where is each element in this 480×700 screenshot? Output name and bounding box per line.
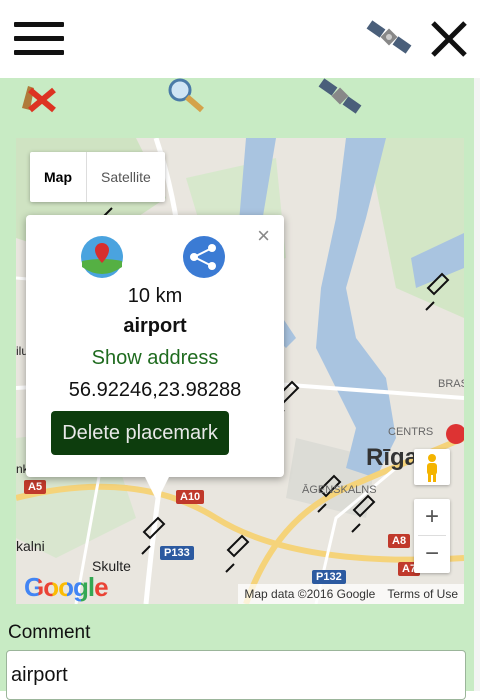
popup-pointer [144,475,170,501]
map-view[interactable]: ilu nk kalni Skulte BRAS CENTRS Rīga ĀGE… [16,138,464,604]
top-bar [0,0,480,78]
close-icon[interactable] [428,18,470,60]
placemark-coordinates: 56.92246,23.98288 [68,379,242,401]
placemark-location-icon[interactable] [81,236,123,278]
map-type-control: Map Satellite [30,152,165,202]
map-label-agenskalns: ĀGENSKALNS [302,484,377,496]
placemark-name: airport [123,315,187,337]
map-type-satellite-button[interactable]: Satellite [86,152,165,202]
satellite-icon[interactable] [318,78,362,118]
zoom-control: + − [414,499,450,573]
scroll-edge [474,78,480,691]
road-badge-a10: A10 [176,490,205,504]
road-badge-a5: A5 [24,480,47,494]
google-logo-text: Google [24,572,109,602]
map-label-kalni: kalni [16,538,45,554]
show-address-link[interactable]: Show address [26,347,284,370]
placemark-distance: 10 km [127,285,183,307]
share-icon[interactable] [183,236,225,278]
road-badge-p133: P133 [160,546,194,560]
hamburger-menu-icon[interactable] [14,22,64,56]
road-badge-p132: P132 [312,570,346,584]
map-label-bras: BRAS [438,378,464,390]
delete-placemark-button[interactable]: Delete placemark [51,411,229,455]
map-data-credit: Map data ©2016 Google [244,587,376,601]
placemark-info-window: × 10 km airport Show address 56.92246,23… [26,215,284,477]
map-label-centrs: CENTRS [388,426,434,438]
popup-icons [81,236,225,278]
satellite-icon[interactable] [366,14,412,60]
map-label-city: Rīga [366,444,419,471]
search-icon[interactable] [164,78,208,118]
comment-field[interactable] [6,650,466,700]
zoom-out-button[interactable]: − [414,536,450,572]
road-badge-a8: A8 [388,534,411,548]
terms-of-use-link[interactable]: Terms of Use [381,584,464,604]
map-attribution: Map data ©2016 Google Terms of Use [238,584,464,604]
popup-close-icon[interactable]: × [257,225,270,247]
map-type-map-button[interactable]: Map [30,152,86,202]
google-logo: Google [24,572,109,603]
comment-label: Comment [8,622,91,643]
zoom-in-button[interactable]: + [414,499,450,535]
delete-placemark-icon[interactable] [14,78,58,118]
street-view-pegman-icon[interactable] [414,449,450,485]
